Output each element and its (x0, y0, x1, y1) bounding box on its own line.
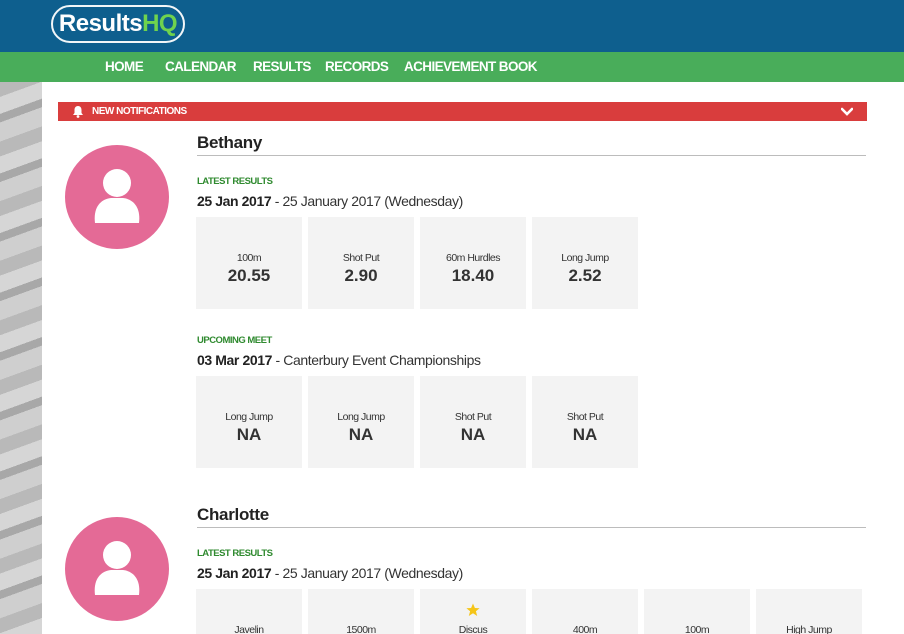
meet-detail: - Canterbury Event Championships (272, 352, 481, 368)
nav-records[interactable]: RECORDS (325, 52, 389, 82)
event-value: 20.55 (227, 266, 271, 285)
meet-detail: - 25 January 2017 (Wednesday) (271, 193, 464, 209)
event-name: 1500m (346, 624, 376, 634)
event-value: NA (460, 425, 486, 444)
header-bar: Results HQ (0, 0, 904, 52)
upcoming-tile[interactable]: Shot Put NA (420, 376, 526, 468)
event-name: Long Jump (225, 411, 273, 423)
latest-results-label: LATEST RESULTS (197, 176, 273, 187)
meet-date: 03 Mar 2017 (197, 352, 272, 368)
notifications-bar[interactable]: NEW NOTIFICATIONS (58, 102, 867, 121)
result-tile[interactable]: 100m (644, 589, 750, 634)
latest-meet-line: 25 Jan 2017 - 25 January 2017 (Wednesday… (197, 565, 463, 581)
nav-results[interactable]: RESULTS (253, 52, 311, 82)
result-tile[interactable]: High Jump (756, 589, 862, 634)
notifications-label: NEW NOTIFICATIONS (92, 106, 187, 117)
result-tile[interactable]: Long Jump 2.52 (532, 217, 638, 309)
nav-calendar[interactable]: CALENDAR (165, 52, 237, 82)
event-value: NA (348, 425, 374, 444)
athlete-name[interactable]: Bethany (197, 133, 262, 153)
upcoming-tile[interactable]: Long Jump NA (308, 376, 414, 468)
upcoming-meet-line: 03 Mar 2017 - Canterbury Event Champions… (197, 352, 481, 368)
event-name: Long Jump (561, 252, 609, 264)
avatar-charlotte[interactable] (65, 517, 169, 621)
latest-results-label: LATEST RESULTS (197, 548, 273, 559)
main-nav: HOME CALENDAR RESULTS RECORDS ACHIEVEMEN… (0, 52, 904, 82)
event-name: Shot Put (342, 252, 380, 264)
event-name: Discus (458, 624, 488, 634)
meet-date: 25 Jan 2017 (197, 565, 272, 581)
upcoming-tile[interactable]: Long Jump NA (196, 376, 302, 468)
meet-date: 25 Jan 2017 (197, 193, 272, 209)
result-tile[interactable]: 60m Hurdles 18.40 (420, 217, 526, 309)
event-name: Shot Put (454, 411, 492, 423)
event-name: 100m (236, 252, 262, 264)
event-name: Javelin (234, 624, 264, 634)
event-value: NA (572, 425, 598, 444)
user-icon (94, 169, 140, 223)
upcoming-tile[interactable]: Shot Put NA (532, 376, 638, 468)
event-value: 2.52 (568, 266, 602, 285)
event-name: 400m (572, 624, 598, 634)
event-name: Long Jump (337, 411, 385, 423)
event-name: High Jump (786, 624, 832, 634)
event-value: 2.90 (344, 266, 378, 285)
divider (197, 527, 866, 528)
user-icon (94, 541, 140, 595)
event-name: 100m (684, 624, 710, 634)
result-tile[interactable]: Discus (420, 589, 526, 634)
result-tile[interactable]: Shot Put 2.90 (308, 217, 414, 309)
background-track-image (0, 82, 42, 634)
nav-achievement-book[interactable]: ACHIEVEMENT BOOK (404, 52, 538, 82)
result-tile[interactable]: 400m (532, 589, 638, 634)
upcoming-meet-label: UPCOMING MEET (197, 335, 272, 346)
event-value: 18.40 (451, 266, 495, 285)
nav-home[interactable]: HOME (105, 52, 144, 82)
resultshq-logo[interactable]: Results HQ (51, 5, 185, 43)
chevron-down-icon[interactable] (841, 106, 853, 117)
meet-detail: - 25 January 2017 (Wednesday) (271, 565, 464, 581)
event-name: Shot Put (566, 411, 604, 423)
star-icon (466, 603, 480, 616)
event-name: 60m Hurdles (445, 252, 501, 264)
event-value: NA (236, 425, 262, 444)
bell-icon (73, 106, 83, 118)
avatar-bethany[interactable] (65, 145, 169, 249)
athlete-name[interactable]: Charlotte (197, 505, 269, 525)
result-tile[interactable]: Javelin (196, 589, 302, 634)
divider (197, 155, 866, 156)
result-tile[interactable]: 100m 20.55 (196, 217, 302, 309)
latest-meet-line: 25 Jan 2017 - 25 January 2017 (Wednesday… (197, 193, 463, 209)
result-tile[interactable]: 1500m (308, 589, 414, 634)
